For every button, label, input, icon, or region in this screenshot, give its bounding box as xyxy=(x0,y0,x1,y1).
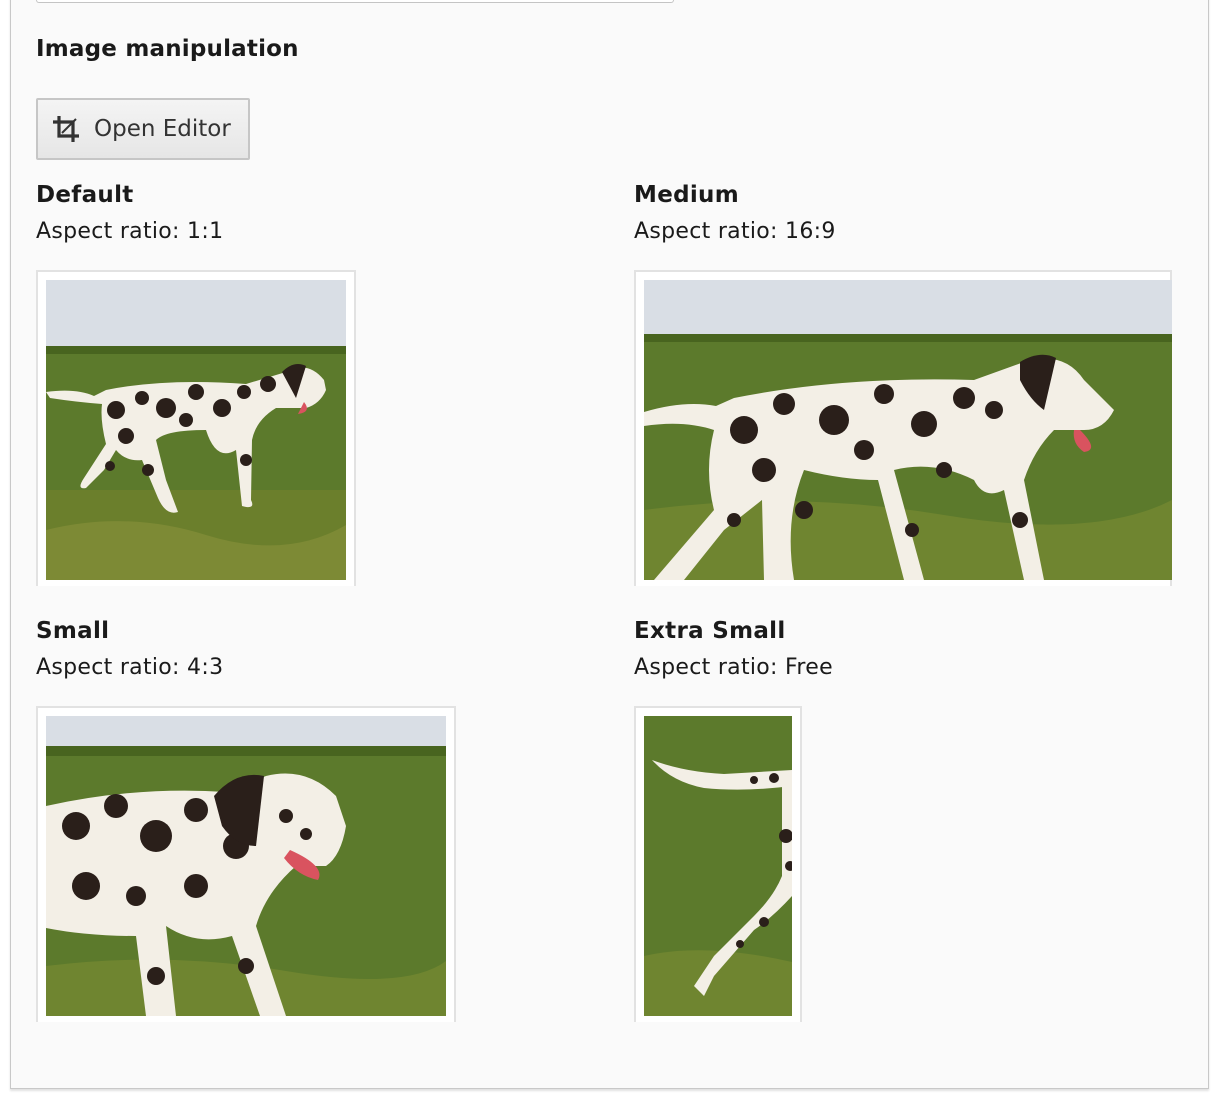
section-heading: Image manipulation xyxy=(36,36,299,62)
open-editor-button[interactable]: Open Editor xyxy=(36,98,250,160)
dog-photo-small xyxy=(46,716,446,1016)
crop-preview-default[interactable] xyxy=(36,270,356,586)
dog-photo-extra-small xyxy=(644,716,792,1016)
crop-preview-extra-small[interactable] xyxy=(634,706,802,1022)
crop-preview-medium[interactable] xyxy=(634,270,1172,586)
crop-title-small: Small xyxy=(36,618,110,644)
crop-title-default: Default xyxy=(36,182,134,208)
crop-ratio-medium: Aspect ratio: 16:9 xyxy=(634,219,836,244)
crop-ratio-default: Aspect ratio: 1:1 xyxy=(36,219,224,244)
dog-photo-medium xyxy=(644,280,1172,580)
text-field-partial[interactable] xyxy=(36,0,674,3)
crop-title-medium: Medium xyxy=(634,182,739,208)
crop-icon xyxy=(52,115,80,143)
crop-title-extra-small: Extra Small xyxy=(634,618,786,644)
dog-photo-default xyxy=(46,280,346,580)
crop-ratio-extra-small: Aspect ratio: Free xyxy=(634,655,833,680)
open-editor-label: Open Editor xyxy=(94,116,231,142)
crop-ratio-small: Aspect ratio: 4:3 xyxy=(36,655,224,680)
crop-preview-small[interactable] xyxy=(36,706,456,1022)
